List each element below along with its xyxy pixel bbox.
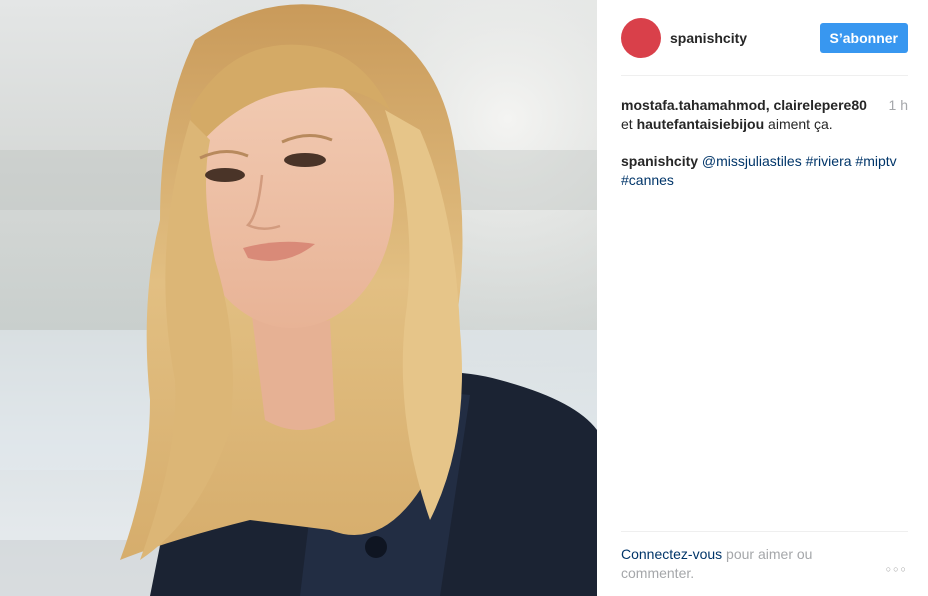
likes-text: mostafa.tahamahmod, clairelepere80 et hau… [621, 96, 881, 134]
post-photo[interactable] [0, 0, 597, 596]
liker-link[interactable]: clairelepere80 [773, 97, 866, 113]
liker-link[interactable]: mostafa.tahamahmod [621, 97, 766, 113]
more-options-icon[interactable]: ○○○ [886, 564, 908, 574]
avatar[interactable] [621, 17, 661, 58]
likes-row: mostafa.tahamahmod, clairelepere80 et hau… [621, 96, 908, 134]
login-link[interactable]: Connectez-vous [621, 546, 722, 562]
liker-link[interactable]: hautefantaisiebijou [637, 116, 765, 132]
likes-and-text: et [621, 116, 637, 132]
hashtag-link[interactable]: #cannes [621, 172, 674, 188]
caption-author[interactable]: spanishcity [621, 153, 698, 169]
post-side-panel: spanishcity S’abonner mostafa.tahamahmod… [597, 0, 928, 596]
author-username[interactable]: spanishcity [670, 30, 820, 46]
login-prompt: Connectez-vous pour aimer ou commenter. [621, 545, 886, 583]
post-header: spanishcity S’abonner [621, 0, 908, 76]
hashtag-link[interactable]: #miptv [855, 153, 896, 169]
hashtag-link[interactable]: #riviera [806, 153, 852, 169]
likes-suffix: aiment ça. [764, 116, 833, 132]
post-timestamp[interactable]: 1 h [889, 96, 908, 115]
post-caption: spanishcity @missjuliastiles #riviera #m… [621, 152, 908, 190]
follow-button[interactable]: S’abonner [819, 22, 908, 53]
portrait-illustration [0, 0, 597, 596]
mention-link[interactable]: @missjuliastiles [702, 153, 802, 169]
post-container: spanishcity S’abonner mostafa.tahamahmod… [0, 0, 928, 596]
post-footer: Connectez-vous pour aimer ou commenter. … [621, 531, 908, 583]
